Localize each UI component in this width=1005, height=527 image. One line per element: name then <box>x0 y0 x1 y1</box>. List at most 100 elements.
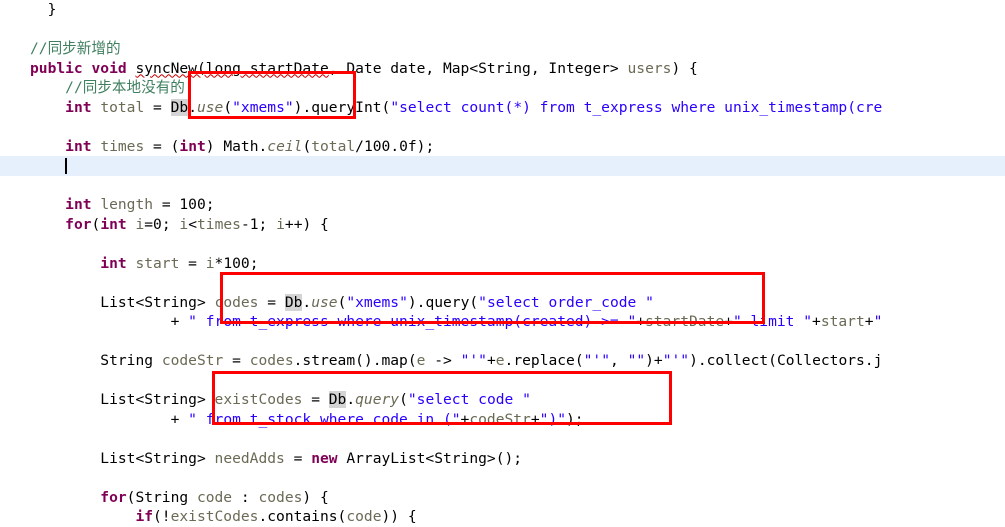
code-token-plain: = <box>144 98 171 116</box>
code-line[interactable]: int length = 100; <box>0 195 1005 215</box>
code-line[interactable] <box>0 429 1005 449</box>
code-line[interactable]: int total = Db.use("xmems").queryInt("se… <box>0 98 1005 118</box>
code-token-kw: int <box>65 98 92 116</box>
code-token-ident: users <box>627 59 672 77</box>
code-line[interactable] <box>0 273 1005 293</box>
code-text-area[interactable]: } //同步新增的 public void syncNew(long startDa… <box>0 0 1005 527</box>
code-token-kw: if <box>135 508 154 525</box>
code-token-kw: int <box>65 196 92 213</box>
code-line[interactable]: List<String> existCodes = Db.query("sele… <box>0 390 1005 410</box>
code-token-kw: void <box>91 59 127 77</box>
code-token-kw: int <box>65 137 92 155</box>
code-token-plain: = <box>179 254 206 272</box>
code-token-ident: start <box>135 254 180 272</box>
code-token-plain: ).queryInt( <box>293 98 391 116</box>
code-line[interactable]: + " from t_express where unix_timestamp(… <box>0 312 1005 332</box>
code-token-plain: + <box>170 410 189 428</box>
code-line[interactable]: List<String> needAdds = new ArrayList<St… <box>0 449 1005 469</box>
code-line[interactable]: //同步新增的 <box>0 39 1005 59</box>
code-line[interactable] <box>0 332 1005 352</box>
code-token-occurrence: Db <box>170 98 189 116</box>
code-token-kw: new <box>311 449 338 467</box>
code-token-plain: + <box>530 410 540 428</box>
code-token-plain: -> <box>425 352 461 369</box>
code-token-plain: : <box>232 488 259 506</box>
code-line[interactable]: public void syncNew(long startDate, Date… <box>0 59 1005 79</box>
code-token-plain: < <box>188 215 198 233</box>
code-token-plain: = <box>284 449 312 467</box>
code-token-ident: total <box>100 98 145 116</box>
code-token-plain: = 100; <box>153 196 215 213</box>
code-token-ident: code <box>196 488 233 506</box>
code-token-kw: public <box>30 59 83 77</box>
code-line[interactable]: String codeStr = codes.stream().map(e ->… <box>0 351 1005 371</box>
code-token-ital: ceil <box>267 137 303 155</box>
code-token-plain: /100.0f); <box>355 137 435 155</box>
code-token-ident: start <box>820 313 865 330</box>
code-token-plain: List<String> <box>100 391 215 408</box>
code-token-plain: ) { <box>671 59 698 77</box>
code-token-str: "xmems" <box>232 98 294 116</box>
code-line[interactable] <box>0 371 1005 391</box>
code-token-str: "select code " <box>407 391 531 408</box>
code-line[interactable]: for(String code : codes) { <box>0 488 1005 508</box>
code-token-ident: codes <box>258 488 303 506</box>
code-token-plain: + <box>864 313 874 330</box>
code-token-ident: existCodes <box>170 508 259 525</box>
code-token-ident: i <box>135 215 145 233</box>
code-token-ident: i <box>205 254 215 272</box>
code-line[interactable]: if(!existCodes.contains(code)) { <box>0 507 1005 527</box>
code-token-plain: *100; <box>214 254 259 272</box>
code-token-plain: ++) { <box>284 215 329 233</box>
code-token-ident: codes <box>249 352 294 369</box>
code-line[interactable] <box>0 156 1005 176</box>
code-line[interactable] <box>0 234 1005 254</box>
code-token-plain: =0; <box>144 215 180 233</box>
code-token-plain: + <box>724 313 733 330</box>
code-line[interactable] <box>0 117 1005 137</box>
code-token-plain: ArrayList<String>(); <box>337 449 523 467</box>
code-token-ident: codeStr <box>161 352 224 369</box>
code-line[interactable] <box>0 20 1005 40</box>
code-line[interactable]: //同步本地没有的 <box>0 78 1005 98</box>
code-line[interactable]: + " from t_stock where code in ("+codeSt… <box>0 410 1005 430</box>
code-token-kw: int <box>100 215 127 233</box>
code-token-plain: = <box>302 391 329 408</box>
code-token-ident: times <box>100 137 145 155</box>
code-token-plain: .replace( <box>504 352 584 369</box>
code-token-plain: = <box>223 352 250 369</box>
code-line[interactable]: List<String> codes = Db.use("xmems").que… <box>0 293 1005 313</box>
code-editor-viewport[interactable]: } //同步新增的 public void syncNew(long startDa… <box>0 0 1005 527</box>
code-line[interactable] <box>0 176 1005 196</box>
code-token-plain: .stream().map( <box>293 352 417 369</box>
code-token-str: " <box>873 313 883 330</box>
code-token-plain: ).query( <box>407 293 479 311</box>
code-token-str: " from t_express where unix_timestamp(cr… <box>188 313 637 330</box>
code-token-plain: ) Math. <box>205 137 268 155</box>
code-token-plain: ) { <box>302 488 329 506</box>
code-token-plain: ).collect(Collectors.j <box>689 352 883 369</box>
code-line[interactable] <box>0 468 1005 488</box>
code-line[interactable]: int start = i*100; <box>0 254 1005 274</box>
code-line[interactable]: } <box>0 0 1005 20</box>
code-line[interactable]: int times = (int) Math.ceil(total/100.0f… <box>0 137 1005 157</box>
code-token-ident: times <box>197 215 241 233</box>
code-line[interactable]: for(int i=0; i<times-1; i++) { <box>0 215 1005 235</box>
code-token-ital: query <box>355 391 400 408</box>
code-token-ident: e <box>495 352 505 369</box>
code-token-plain: + <box>636 313 646 330</box>
code-token-str: "" <box>627 352 646 369</box>
code-token-plain: , <box>609 352 628 369</box>
code-token-ident: i <box>179 215 189 233</box>
code-token-plain: List<String> <box>100 293 215 311</box>
code-token-plain: ); <box>566 410 584 428</box>
